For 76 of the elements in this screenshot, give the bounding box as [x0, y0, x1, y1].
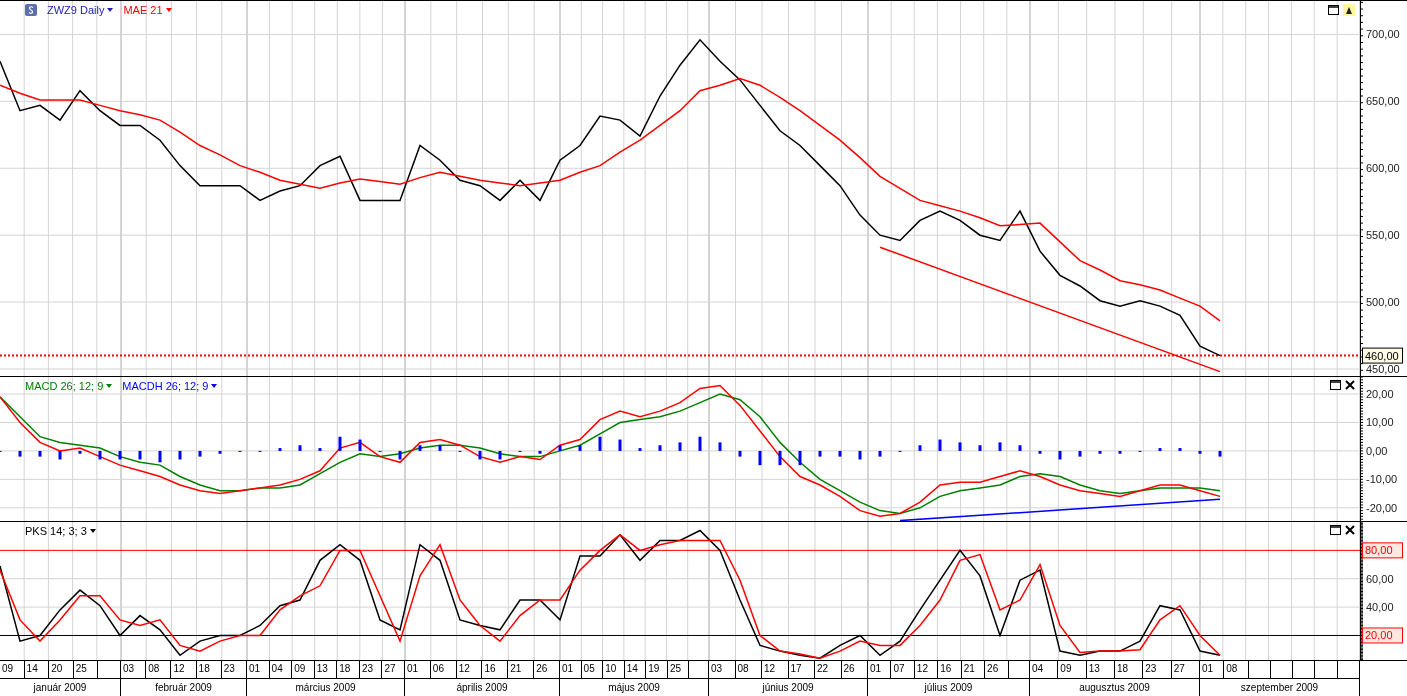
month-label: január 2009: [32, 681, 88, 695]
day-label: 21: [961, 661, 986, 678]
axis-label: 500,00: [1366, 296, 1400, 309]
axis-label: 60,00: [1366, 572, 1394, 585]
day-label: 08: [146, 661, 172, 678]
day-label: 26: [535, 662, 549, 676]
month-label: március 2009: [294, 681, 357, 695]
axis-label: 600,00: [1366, 162, 1400, 175]
price-label: 20,00: [1362, 627, 1403, 644]
axis-label: -10,00: [1366, 473, 1398, 486]
price-label: 80,00: [1362, 542, 1403, 559]
day-label: 03: [121, 661, 147, 678]
axis-label: 10,00: [1366, 416, 1394, 429]
day-label: 06: [430, 661, 457, 678]
axis-label: -20,00: [1366, 501, 1398, 514]
day-label: 12: [762, 661, 789, 678]
month-label: május 2009: [607, 681, 661, 695]
day-label: 01: [868, 661, 892, 678]
axis-label: 550,00: [1366, 229, 1400, 242]
day-label: 08: [735, 661, 762, 678]
day-label: 22: [815, 661, 842, 678]
day-label: 23: [359, 661, 383, 678]
day-label: 18: [196, 661, 222, 678]
day-label: 21: [508, 661, 535, 678]
month-label: augusztus 2009: [1078, 681, 1151, 695]
axis-label: 650,00: [1366, 95, 1400, 108]
day-label: 27: [383, 662, 397, 676]
day-label: 20: [49, 661, 74, 678]
day-label: 16: [482, 661, 509, 678]
day-label: 08: [1224, 661, 1249, 678]
day-label: 27: [1172, 662, 1186, 676]
day-label: 01: [1200, 661, 1225, 678]
day-label: 05: [581, 661, 604, 678]
ref-line-label: 80,00: [1365, 544, 1393, 557]
day-label: 13: [1086, 661, 1115, 678]
axis-label: 700,00: [1366, 28, 1400, 41]
day-label: 12: [171, 661, 197, 678]
day-label: 09: [1058, 661, 1087, 678]
axis-label: 450,00: [1366, 362, 1400, 375]
day-label: 12: [456, 661, 483, 678]
day-label: 10: [603, 661, 625, 678]
day-label: 26: [985, 661, 1009, 678]
day-label: 18: [1115, 661, 1144, 678]
day-label: 17: [788, 661, 815, 678]
month-label: április 2009: [455, 681, 509, 695]
day-label: 01: [560, 661, 582, 678]
month-label: június 2009: [761, 681, 815, 695]
axis-label: 40,00: [1366, 601, 1394, 614]
day-label: 23: [1143, 661, 1172, 678]
day-label: 18: [337, 661, 360, 678]
day-label: 14: [24, 661, 50, 678]
day-label: 12: [914, 661, 939, 678]
day-label: 09: [292, 661, 315, 678]
ref-line-label: 20,00: [1365, 629, 1393, 642]
day-label: 25: [73, 661, 99, 678]
month-label: július 2009: [923, 681, 974, 695]
day-label: 04: [269, 661, 293, 678]
day-label: 26: [842, 662, 856, 676]
day-label: 03: [709, 661, 736, 678]
ref-line-label: 460,00: [1365, 349, 1399, 362]
day-label: 23: [222, 662, 236, 676]
day-label: 25: [667, 661, 690, 678]
day-label: 14: [624, 661, 647, 678]
day-label: 09: [0, 661, 25, 678]
day-label: 04: [1030, 661, 1059, 678]
day-label: 19: [646, 661, 668, 678]
day-label: 13: [314, 661, 338, 678]
month-label: február 2009: [154, 681, 213, 695]
day-label: 07: [891, 661, 915, 678]
axis-label: 0,00: [1366, 444, 1388, 457]
price-label: 460,00: [1362, 347, 1403, 364]
day-label: 01: [247, 661, 270, 678]
day-label: 16: [938, 661, 962, 678]
month-label: szeptember 2009: [1239, 681, 1320, 695]
axis-label: 20,00: [1366, 388, 1394, 401]
day-label: 01: [405, 661, 431, 678]
